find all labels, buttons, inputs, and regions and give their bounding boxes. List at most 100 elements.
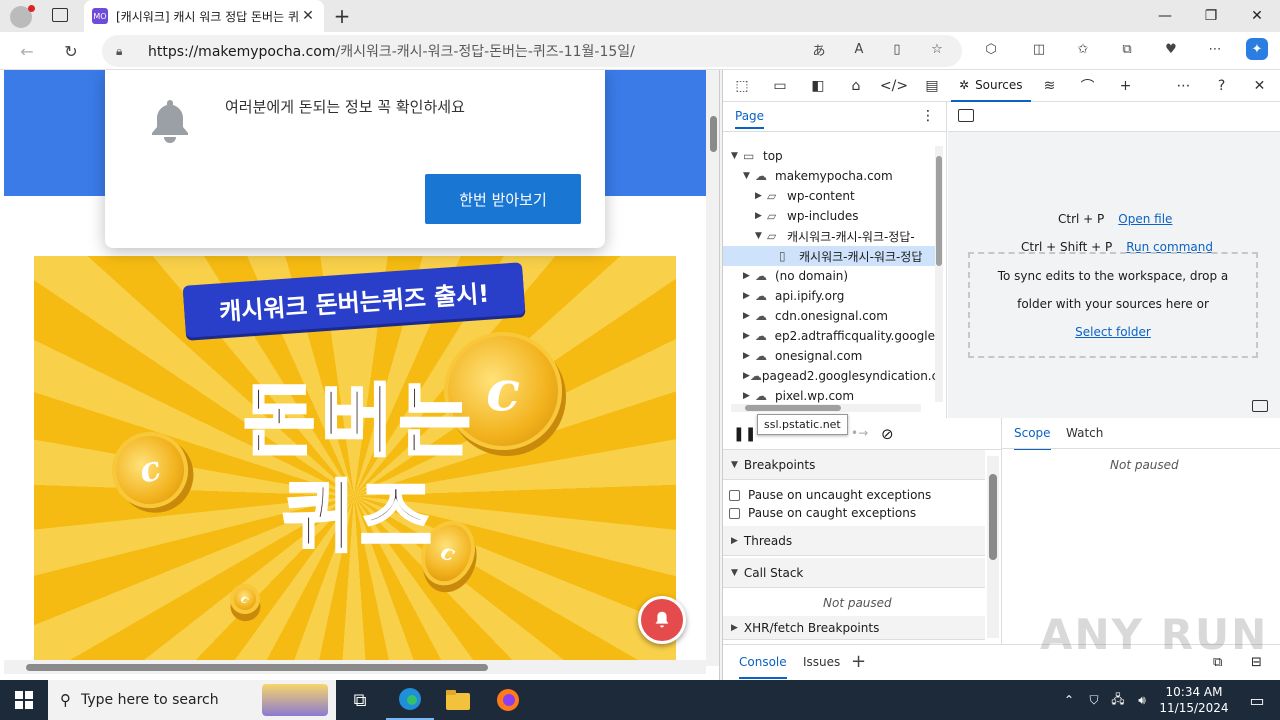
- device-emulation-icon[interactable]: ▭: [761, 70, 799, 102]
- scrollbar-thumb[interactable]: [745, 405, 841, 411]
- tree-item[interactable]: ▶ ▱ wp-includes: [723, 206, 935, 226]
- step-icon[interactable]: •→: [851, 426, 868, 440]
- open-file-link[interactable]: Open file: [1118, 212, 1172, 226]
- tree-item[interactable]: ▶ ☁ (no domain): [723, 266, 935, 286]
- close-tab-icon[interactable]: ✕: [300, 8, 316, 24]
- tree-horizontal-scrollbar[interactable]: [731, 404, 921, 412]
- tree-item[interactable]: ▶ ☁ pixel.wp.com: [723, 386, 935, 406]
- collapsed-arrow-icon[interactable]: ▶: [743, 271, 755, 281]
- minimize-icon[interactable]: —: [1142, 0, 1188, 32]
- network-icon[interactable]: 🖧︎: [1106, 690, 1130, 711]
- collapsed-arrow-icon[interactable]: ▶: [755, 191, 767, 201]
- favorite-star-icon[interactable]: ☆: [926, 38, 948, 60]
- tab-sources[interactable]: ✲ Sources: [951, 70, 1031, 102]
- help-icon[interactable]: ?: [1203, 70, 1241, 102]
- refresh-icon[interactable]: ↻: [56, 36, 86, 66]
- tree-item[interactable]: ▶ ☁ cdn.onesignal.com: [723, 306, 935, 326]
- threads-header[interactable]: ▶ Threads: [723, 526, 985, 556]
- collapsed-arrow-icon[interactable]: ▶: [743, 311, 755, 321]
- collapsed-arrow-icon[interactable]: ▶: [743, 371, 750, 381]
- immersive-reader-icon[interactable]: ▯: [886, 38, 908, 60]
- collections-icon[interactable]: ⧉: [1116, 38, 1138, 60]
- page-vertical-scrollbar[interactable]: [706, 70, 719, 666]
- tab-watch[interactable]: Watch: [1066, 426, 1103, 440]
- tree-item[interactable]: ▶ ☁ ep2.adtrafficquality.google: [723, 326, 935, 346]
- sections-scrollbar[interactable]: [987, 456, 999, 638]
- select-folder-link[interactable]: Select folder: [970, 318, 1256, 346]
- collapsed-arrow-icon[interactable]: ▶: [743, 391, 755, 401]
- expanded-arrow-icon[interactable]: ▼: [731, 151, 743, 161]
- notifications-icon[interactable]: ▭: [1234, 691, 1280, 710]
- expanded-arrow-icon[interactable]: ▼: [743, 171, 755, 181]
- defender-icon[interactable]: ⛉: [1082, 693, 1106, 708]
- volume-icon[interactable]: 🔊︎: [1130, 693, 1154, 708]
- tab-issues[interactable]: Issues: [803, 655, 840, 669]
- collapsed-arrow-icon[interactable]: ▶: [743, 351, 755, 361]
- settings-more-icon[interactable]: ⋯: [1204, 38, 1226, 60]
- breakpoints-header[interactable]: ▼ Breakpoints: [723, 450, 985, 480]
- show-hidden-icons[interactable]: ⌃: [1056, 693, 1082, 707]
- address-bar[interactable]: 🔒︎ https://makemypocha.com/캐시워크-캐시-워크-정답…: [102, 35, 962, 67]
- performance-icon[interactable]: ♥: [1160, 38, 1182, 60]
- tab-active[interactable]: MO [캐시워크] 캐시 워크 정답 돈버는 퀴즈 11월 15일 ✕: [84, 0, 324, 32]
- collapsed-arrow-icon[interactable]: ▶: [743, 291, 755, 301]
- read-aloud-icon[interactable]: A: [848, 38, 870, 60]
- tab-scope[interactable]: Scope: [1014, 426, 1051, 450]
- notification-bell-button[interactable]: [638, 596, 686, 644]
- elements-icon[interactable]: </>: [875, 70, 913, 102]
- lock-icon[interactable]: 🔒︎: [116, 44, 136, 59]
- back-icon[interactable]: ←: [12, 36, 42, 66]
- tree-item[interactable]: ▯ 캐시워크-캐시-워크-정답: [723, 246, 935, 266]
- workspace-drop-zone[interactable]: To sync edits to the workspace, drop a f…: [968, 252, 1258, 358]
- network-icon[interactable]: ≋: [1031, 70, 1069, 102]
- new-tab-icon[interactable]: +: [330, 4, 354, 28]
- collapsed-arrow-icon[interactable]: ▶: [755, 211, 767, 221]
- close-window-icon[interactable]: ✕: [1234, 0, 1280, 32]
- tree-item[interactable]: ▶ ☁ pagead2.googlesyndication.c: [723, 366, 938, 386]
- favorites-icon[interactable]: ✩: [1072, 38, 1094, 60]
- clock[interactable]: 10:34 AM 11/15/2024: [1154, 684, 1234, 716]
- file-explorer-icon[interactable]: [434, 680, 482, 720]
- extensions-icon[interactable]: ⬡: [980, 38, 1002, 60]
- tree-item[interactable]: ▶ ☁ api.ipify.org: [723, 286, 935, 306]
- pause-uncaught-checkbox[interactable]: Pause on uncaught exceptions: [729, 488, 931, 502]
- call-stack-header[interactable]: ▼ Call Stack: [723, 558, 985, 588]
- pause-caught-checkbox[interactable]: Pause on caught exceptions: [729, 506, 916, 520]
- tree-item[interactable]: ▶ ▱ wp-content: [723, 186, 935, 206]
- scrollbar-thumb[interactable]: [710, 116, 717, 152]
- deactivate-breakpoints-icon[interactable]: ⊘: [881, 425, 894, 443]
- tab-actions-icon[interactable]: [52, 8, 68, 22]
- xhr-breakpoints-header[interactable]: ▶ XHR/fetch Breakpoints: [723, 616, 985, 640]
- expanded-arrow-icon[interactable]: ▼: [755, 231, 767, 241]
- tab-page[interactable]: Page: [735, 109, 765, 129]
- add-tool-icon[interactable]: +: [851, 651, 866, 672]
- tree-item[interactable]: ▼ ▭ top: [723, 146, 935, 166]
- start-button[interactable]: [0, 680, 48, 720]
- taskbar-search[interactable]: ⚲ Type here to search: [48, 680, 336, 720]
- pause-icon[interactable]: ❚❚: [733, 426, 756, 442]
- tab-console[interactable]: Console: [739, 655, 787, 679]
- firefox-icon[interactable]: [484, 680, 532, 720]
- performance-icon[interactable]: ⌒: [1069, 70, 1107, 102]
- dock-side-icon[interactable]: ◧: [799, 70, 837, 102]
- inspect-element-icon[interactable]: ⬚: [723, 70, 761, 102]
- collapsed-arrow-icon[interactable]: ▶: [743, 331, 755, 341]
- scrollbar-thumb[interactable]: [989, 474, 997, 560]
- tree-item[interactable]: ▼ ▱ 캐시워크-캐시-워크-정답-: [723, 226, 935, 246]
- navigator-more-icon[interactable]: ⋮: [921, 108, 935, 124]
- scrollbar-thumb[interactable]: [936, 156, 942, 266]
- page-horizontal-scrollbar[interactable]: [4, 660, 706, 674]
- customize-menu-icon[interactable]: ⋯: [1165, 70, 1203, 102]
- welcome-home-icon[interactable]: ⌂: [837, 70, 875, 102]
- console-icon[interactable]: ▤: [913, 70, 951, 102]
- copilot-icon[interactable]: ✦: [1246, 38, 1268, 60]
- translate-icon[interactable]: あ: [808, 38, 830, 60]
- more-tools-plus-icon[interactable]: +: [1107, 70, 1145, 102]
- tree-item[interactable]: ▶ ☁ onesignal.com: [723, 346, 935, 366]
- scrollbar-thumb[interactable]: [26, 664, 488, 671]
- subscribe-button[interactable]: 한번 받아보기: [425, 174, 581, 224]
- edge-app-icon[interactable]: [386, 680, 434, 720]
- close-devtools-icon[interactable]: ✕: [1241, 70, 1279, 102]
- toggle-navigator-icon[interactable]: [958, 109, 974, 122]
- tree-vertical-scrollbar[interactable]: [935, 146, 943, 402]
